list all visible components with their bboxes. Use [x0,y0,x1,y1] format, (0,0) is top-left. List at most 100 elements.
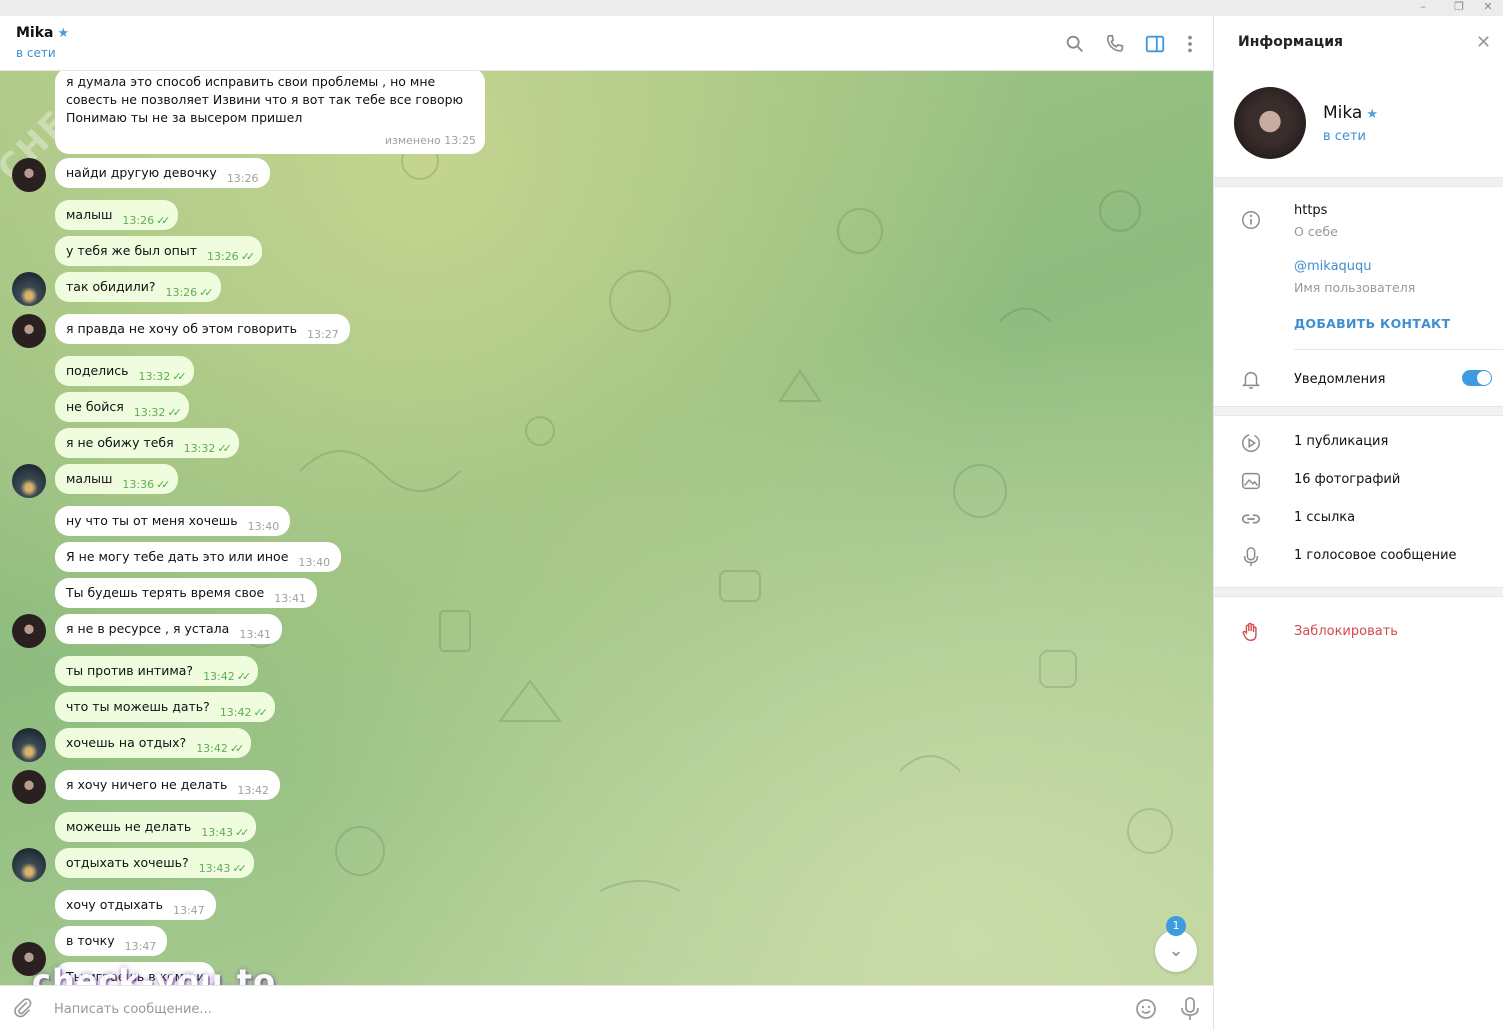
attach-icon[interactable] [12,997,34,1019]
bio-value[interactable]: https [1294,203,1327,218]
avatar[interactable] [1234,87,1306,159]
message-text: ну что ты от меня хочешь [66,513,238,528]
avatar[interactable] [12,728,46,762]
maximize-button[interactable]: ❐ [1444,0,1474,16]
shared-media-label: 1 ссылка [1294,510,1356,525]
chevron-down-icon: ⌄ [1168,940,1184,961]
username-label: Имя пользователя [1294,280,1416,295]
message-text: ты против интима? [66,663,194,678]
message-text: в точку [66,933,115,948]
message-text: так обидили? [66,279,156,294]
avatar[interactable] [12,770,46,804]
incoming-message[interactable]: в точку 13:47 [55,926,168,956]
message-input[interactable] [52,996,1056,1022]
close-window-button[interactable]: ✕ [1473,0,1503,16]
verified-star-icon: ★ [57,26,70,41]
unread-badge: 1 [1166,916,1186,936]
avatar[interactable] [12,848,46,882]
composer [0,985,1213,1031]
message-text: хочешь на отдых? [66,735,187,750]
message-time: 13:32 [133,406,166,419]
peer-status: в сети [16,46,56,60]
shared-media-label: 16 фотографий [1294,472,1401,487]
info-sidebar: Информация ✕ Mika ★ в сети https О себе @… [1213,16,1503,1030]
message-text: не бойся [66,399,124,414]
avatar[interactable] [12,464,46,498]
message-time: 13:26 [206,250,239,263]
outgoing-message[interactable]: отдыхать хочешь? 13:43 ✓✓ [55,848,254,878]
message-time: 13:47 [124,940,157,953]
incoming-message[interactable]: я хочу ничего не делать 13:42 [55,770,281,800]
message-time: 13:47 [172,904,205,917]
message-text: я не в ресурсе , я устала [66,621,230,636]
message-time: 13:40 [298,556,331,569]
profile-name-text: Mika [1323,103,1363,123]
incoming-message[interactable]: найди другую девочку 13:26 [55,158,270,188]
bio-label: О себе [1294,224,1338,239]
scroll-down-button[interactable]: ⌄ [1155,930,1197,972]
message-time: 13:41 [239,628,272,641]
username-value[interactable]: @mikaququ [1294,259,1372,274]
outgoing-message[interactable]: ты против интима? 13:42 ✓✓ [55,656,259,686]
incoming-message[interactable]: ну что ты от меня хочешь 13:40 [55,506,291,536]
outgoing-message[interactable]: хочешь на отдых? 13:42 ✓✓ [55,728,252,758]
outgoing-message[interactable]: я не обижу тебя 13:32 ✓✓ [55,428,239,458]
message-time: 13:32 [183,442,216,455]
add-contact-button[interactable]: ДОБАВИТЬ КОНТАКТ [1294,316,1450,331]
notifications-toggle[interactable] [1462,370,1492,386]
outgoing-message[interactable]: у тебя же был опыт 13:26 ✓✓ [55,236,263,266]
chat-area[interactable]: CHECK-YOU.ME я думала это способ исправи… [0,71,1213,985]
photo-icon [1242,472,1260,490]
incoming-message[interactable]: я не в ресурсе , я устала 13:41 [55,614,283,644]
read-checkmarks-icon: ✓✓ [234,826,250,839]
message-time: изменено 13:25 [384,134,476,147]
divider [1294,349,1503,350]
message-time: 13:40 [247,520,280,533]
outgoing-message[interactable]: не бойся 13:32 ✓✓ [55,392,189,422]
message-time: 13:43 [198,862,231,875]
message-time: 13:26 [122,214,155,227]
incoming-message[interactable]: хочу отдыхать 13:47 [55,890,216,920]
peer-name[interactable]: Mika ★ [16,25,69,41]
emoji-icon[interactable] [1134,997,1158,1021]
message-text: Я не могу тебе дать это или иное [66,549,289,564]
read-checkmarks-icon: ✓✓ [167,406,182,419]
incoming-message[interactable]: Ты будешь терять время свое 13:41 [55,578,317,608]
outgoing-message[interactable]: малыш 13:26 ✓✓ [55,200,178,230]
outgoing-message[interactable]: можешь не делать 13:43 ✓✓ [55,812,257,842]
avatar[interactable] [12,314,46,348]
avatar[interactable] [12,272,46,306]
message-text: я думала это способ исправить свои пробл… [66,74,464,125]
window-titlebar: – ❐ ✕ [0,0,1503,16]
outgoing-message[interactable]: малыш 13:36 ✓✓ [55,464,178,494]
search-icon[interactable] [1064,33,1086,55]
play-circle-icon [1242,434,1260,452]
outgoing-message[interactable]: так обидили? 13:26 ✓✓ [55,272,221,302]
message-text: я хочу ничего не делать [66,777,228,792]
sidebar-toggle-icon[interactable] [1144,33,1166,55]
minimize-button[interactable]: – [1408,0,1438,16]
avatar[interactable] [12,158,46,192]
incoming-message[interactable]: Я не могу тебе дать это или иное 13:40 [55,542,342,572]
avatar[interactable] [12,614,46,648]
phone-icon[interactable] [1104,33,1126,55]
read-checkmarks-icon: ✓✓ [253,706,269,719]
outgoing-message[interactable]: что ты можешь дать? 13:42 ✓✓ [55,692,275,722]
read-checkmarks-icon: ✓✓ [232,862,247,875]
shared-media-label: 1 голосовое сообщение [1294,548,1457,563]
incoming-message[interactable]: я думала это способ исправить свои пробл… [55,71,485,154]
message-text: что ты можешь дать? [66,699,210,714]
block-user-button[interactable]: Заблокировать [1294,624,1398,639]
divider [1214,177,1503,187]
read-checkmarks-icon: ✓✓ [156,478,171,491]
close-icon[interactable]: ✕ [1476,32,1491,53]
outgoing-message[interactable]: поделись 13:32 ✓✓ [55,356,194,386]
incoming-message[interactable]: я правда не хочу об этом говорить 13:27 [55,314,350,344]
message-time: 13:42 [203,670,235,683]
more-menu-icon[interactable] [1179,33,1201,55]
microphone-icon[interactable] [1178,996,1202,1022]
divider [1214,587,1503,597]
message-text: у тебя же был опыт [66,243,197,258]
notifications-label: Уведомления [1294,372,1386,387]
chat-header[interactable]: Mika ★ в сети [0,16,1213,71]
